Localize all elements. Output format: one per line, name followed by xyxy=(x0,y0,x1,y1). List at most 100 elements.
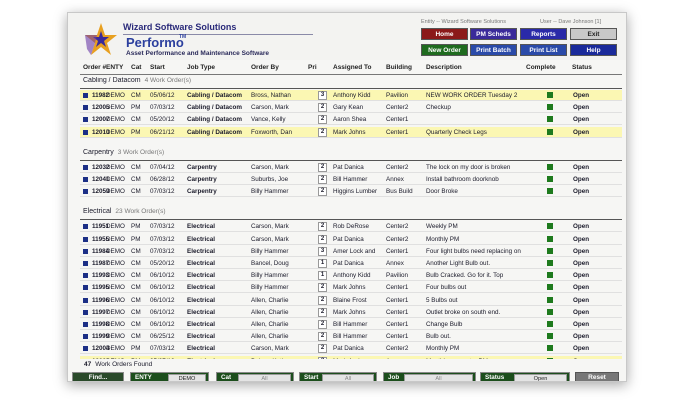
entity: DEMO xyxy=(106,308,125,316)
complete-indicator[interactable] xyxy=(547,176,553,182)
row-select-box[interactable] xyxy=(83,164,88,170)
row-select-box[interactable] xyxy=(83,334,88,340)
table-row[interactable]: 12010 DEMO PM 06/21/12 Cabling / Datacom Foxw… xyxy=(80,126,622,138)
complete-indicator[interactable] xyxy=(547,163,553,170)
entity: DEMO xyxy=(106,116,125,124)
pm-scheds-button[interactable]: PM Scheds xyxy=(470,28,517,40)
building: Center1 xyxy=(386,116,409,124)
column-header-assigned-to[interactable]: Assigned To xyxy=(333,64,372,71)
complete-indicator[interactable] xyxy=(547,308,553,315)
row-select-box[interactable] xyxy=(83,93,88,98)
column-header-pri[interactable]: Pri xyxy=(308,64,317,71)
table-row[interactable]: 11984 DEMO CM 07/03/12 Electrical Billy Hamme… xyxy=(80,246,622,257)
group-header[interactable]: Cabling / Datacom 4 Work Order(s) xyxy=(83,77,191,88)
complete-indicator[interactable] xyxy=(547,116,553,123)
column-header-order-by[interactable]: Order By xyxy=(251,64,279,71)
priority: 2 xyxy=(318,115,327,125)
description: Four light bulbs need replacing on xyxy=(426,247,521,255)
table-row[interactable]: 11995 DEMO CM 06/10/12 Electrical Billy Hamme… xyxy=(80,282,622,294)
complete-indicator[interactable] xyxy=(547,333,553,340)
complete-indicator[interactable] xyxy=(547,345,553,352)
complete-indicator[interactable] xyxy=(547,296,553,303)
column-header-cat[interactable]: Cat xyxy=(131,64,141,71)
group-header[interactable]: Electrical 23 Work Order(s) xyxy=(83,208,166,219)
column-header-enty[interactable]: ENTY xyxy=(106,64,123,71)
table-row[interactable]: 12008DEMOPM05/27/12ElectricalBolger, Kat… xyxy=(80,355,622,359)
order-by: Allen, Charlie xyxy=(251,308,289,316)
priority: 2 xyxy=(318,283,327,293)
entity: DEMO xyxy=(106,223,125,231)
table-row[interactable]: 12004 DEMO PM 07/03/12 Electrical Carson, Mar… xyxy=(80,343,622,355)
table-row[interactable]: 11993 DEMO CM 06/10/12 Electrical Billy Hamme… xyxy=(80,270,622,282)
complete-indicator[interactable] xyxy=(547,260,553,266)
status: Open xyxy=(573,223,590,231)
cat-filter-value[interactable]: All xyxy=(238,374,291,381)
entity: DEMO xyxy=(106,333,125,341)
complete-indicator[interactable] xyxy=(547,128,553,135)
row-select-box[interactable] xyxy=(83,189,88,195)
exit-button[interactable]: Exit xyxy=(570,28,617,40)
table-row[interactable]: 12007 DEMO CM 05/20/12 Cabling / Datacom Vanc… xyxy=(80,114,622,126)
complete-indicator[interactable] xyxy=(547,188,553,195)
row-select-box[interactable] xyxy=(83,285,88,291)
column-header-order[interactable]: Order # xyxy=(83,64,106,71)
row-select-box[interactable] xyxy=(83,236,88,242)
complete-indicator[interactable] xyxy=(547,247,553,254)
complete-indicator[interactable] xyxy=(547,104,553,111)
status-filter-value[interactable]: Open xyxy=(514,374,567,381)
table-row[interactable]: 11987 DEMO CM 05/20/12 Electrical Bancel, Dou… xyxy=(80,258,622,269)
table-row[interactable]: 11955 DEMO PM 07/03/12 Electrical Carson, Mar… xyxy=(80,234,622,245)
print-batch-button[interactable]: Print Batch xyxy=(470,44,517,56)
column-header-complete[interactable]: Complete xyxy=(526,64,556,71)
reports-button[interactable]: Reports xyxy=(520,28,567,40)
row-select-box[interactable] xyxy=(83,273,88,279)
table-row[interactable]: 11998 DEMO CM 06/10/12 Electrical Allen, Char… xyxy=(80,319,622,330)
complete-indicator[interactable] xyxy=(547,284,553,291)
priority: 2 xyxy=(318,320,327,329)
table-row[interactable]: 11999 DEMO CM 06/25/12 Electrical Allen, Char… xyxy=(80,331,622,343)
table-row[interactable]: 12032 DEMO CM 07/04/12 Carpentry Carson, Mark… xyxy=(80,162,622,173)
print-list-button[interactable]: Print List xyxy=(520,44,567,56)
complete-indicator[interactable] xyxy=(547,223,553,230)
row-select-box[interactable] xyxy=(83,261,88,266)
status: Open xyxy=(573,163,590,171)
row-select-box[interactable] xyxy=(83,322,88,327)
table-row[interactable]: 11951 DEMO PM 07/03/12 Electrical Carson, Mar… xyxy=(80,221,622,233)
reset-button[interactable]: Reset xyxy=(575,372,619,381)
row-select-box[interactable] xyxy=(83,177,88,182)
priority: 2 xyxy=(318,222,327,232)
column-header-start[interactable]: Start xyxy=(150,64,165,71)
start-date: 06/28/12 xyxy=(150,176,175,183)
row-select-box[interactable] xyxy=(83,117,88,123)
column-header-job-type[interactable]: Job Type xyxy=(187,64,215,71)
complete-indicator[interactable] xyxy=(547,92,553,98)
complete-indicator[interactable] xyxy=(547,321,553,327)
table-row[interactable]: 12005 DEMO PM 07/03/12 Cabling / Datacom Cars… xyxy=(80,102,622,114)
complete-indicator[interactable] xyxy=(547,272,553,279)
column-header-description[interactable]: Description xyxy=(426,64,462,71)
entity-filter-value[interactable]: DEMO xyxy=(168,374,206,381)
start-filter-value[interactable]: All xyxy=(322,374,374,381)
row-select-box[interactable] xyxy=(83,129,88,135)
row-select-box[interactable] xyxy=(83,309,88,315)
table-row[interactable]: 11996 DEMO CM 06/10/12 Electrical Allen, Char… xyxy=(80,295,622,306)
complete-indicator[interactable] xyxy=(547,235,553,242)
table-row[interactable]: 11982 DEMO CM 05/06/12 Cabling / Datacom Bros… xyxy=(80,90,622,101)
table-row[interactable]: 11997 DEMO CM 06/10/12 Electrical Allen, Char… xyxy=(80,307,622,318)
column-header-status[interactable]: Status xyxy=(572,64,592,71)
new-order-button[interactable]: New Order xyxy=(421,44,468,56)
table-row[interactable]: 12059 DEMO CM 07/03/12 Carpentry Billy Hammer… xyxy=(80,186,622,198)
find-button[interactable]: Find... xyxy=(72,372,124,381)
help-button[interactable]: Help xyxy=(570,44,617,56)
complete-indicator[interactable] xyxy=(547,357,553,359)
row-select-box[interactable] xyxy=(83,224,88,230)
row-select-box[interactable] xyxy=(83,248,88,254)
row-select-box[interactable] xyxy=(83,346,88,352)
row-select-box[interactable] xyxy=(83,297,88,303)
row-select-box[interactable] xyxy=(83,105,88,111)
group-header[interactable]: Carpentry 3 Work Order(s) xyxy=(83,149,164,160)
home-button[interactable]: Home xyxy=(421,28,468,40)
column-header-building[interactable]: Building xyxy=(386,64,412,71)
table-row[interactable]: 12041 DEMO CM 06/28/12 Carpentry Suburbs, Joe… xyxy=(80,174,622,185)
job-filter-value[interactable]: All xyxy=(404,374,473,381)
